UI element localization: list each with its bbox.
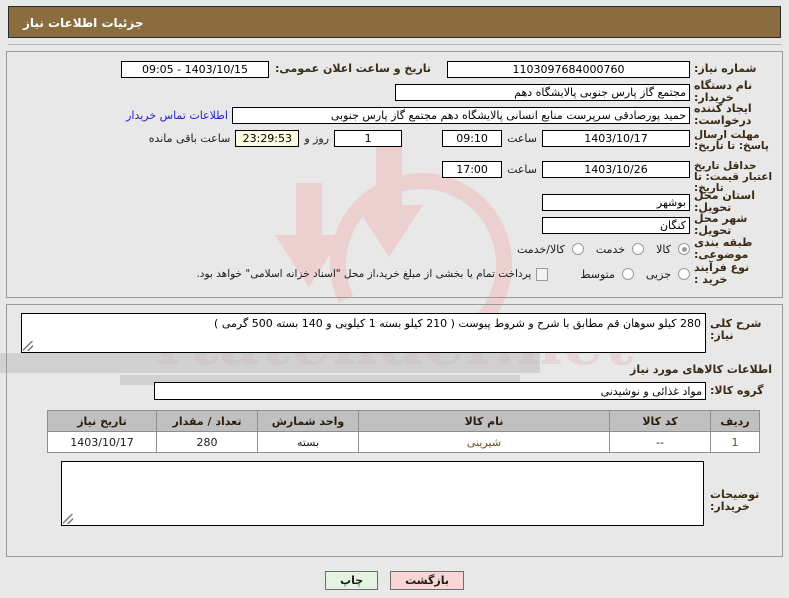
th-unit: واحد شمارش (257, 410, 359, 432)
buyer-contact-link[interactable]: اطلاعات تماس خریدار (126, 109, 228, 122)
validity-date-value: 1403/10/26 (542, 161, 690, 178)
buyer-org-label: نام دستگاه خریدار: (694, 79, 753, 104)
action-button-bar: بازگشت چاپ (0, 571, 789, 590)
province-value: بوشهر (542, 193, 690, 211)
treasury-bonds-checkbox[interactable] (536, 267, 549, 281)
row-goods-group: گروه کالا: مواد غذائی و نوشیدنی (15, 382, 774, 400)
city-label: شهر محل تحویل: (694, 212, 748, 237)
cell-item-name: شیرینی (358, 431, 610, 453)
process-radio-jozii[interactable] (678, 268, 690, 280)
deadline-date-value: 1403/10/17 (542, 130, 690, 147)
row-need-number: شماره نیاز: 1103097684000760 تاریخ و ساع… (15, 58, 774, 80)
requester-value: حمید پورصادقی سرپرست منابع انسانی پالایش… (232, 106, 690, 124)
table-row: 1 -- شیرینی بسته 280 1403/10/17 (47, 431, 760, 453)
need-number-label: شماره نیاز: (694, 62, 757, 75)
remaining-countdown-value: 23:29:53 (235, 130, 300, 147)
page-root: rtatender.net جزئیات اطلاعات نیاز شماره … (0, 0, 789, 598)
row-buyer-org: نام دستگاه خریدار: مجتمع گاز پارس جنوبی … (15, 79, 774, 104)
category-label: طبقه بندی موضوعی: (694, 236, 753, 261)
th-item-code: کد کالا (609, 410, 711, 432)
process-radio-group: جزیی متوسط (572, 268, 690, 281)
th-item-name: نام کالا (358, 410, 610, 432)
cell-item-code: -- (609, 431, 711, 453)
process-label-jozii: جزیی (645, 267, 671, 281)
th-quantity: تعداد / مقدار (156, 410, 258, 432)
process-radio-motevasset[interactable] (621, 268, 634, 280)
title-divider (8, 44, 781, 45)
announce-value: 1403/10/15 - 09:05 (121, 60, 269, 78)
row-requester: ایجاد کننده درخواست: حمید پورصادقی سرپرس… (15, 102, 774, 127)
city-value: کنگان (542, 216, 690, 234)
description-label: شرح کلی نیاز: (710, 317, 762, 342)
cell-need-date: 1403/10/17 (47, 431, 157, 453)
validity-hour-label: ساعت (507, 163, 537, 176)
process-label: نوع فرآیند خرید : (694, 261, 750, 286)
treasury-bonds-label: پرداخت تمام یا بخشی از مبلغ خرید،از محل … (196, 268, 532, 280)
buyer-notes-label: توضیحات خریدار: (710, 488, 760, 513)
deadline-hour-label: ساعت (507, 132, 537, 145)
deadline-label: مهلت ارسال پاسخ: تا تاریخ: (694, 129, 769, 152)
goods-group-value: مواد غذائی و نوشیدنی (154, 382, 706, 400)
buyer-org-value: مجتمع گاز پارس جنوبی پالایشگاه دهم (395, 83, 690, 101)
remaining-days-value: 1 (334, 130, 403, 147)
cell-unit: بسته (257, 431, 359, 453)
validity-hour-value: 17:00 (442, 161, 503, 178)
goods-section-title: اطلاعات کالاهای مورد نیاز (630, 363, 772, 376)
goods-panel: شرح کلی نیاز: 280 کیلو سوهان قم مطابق با… (6, 304, 783, 557)
cell-quantity: 280 (156, 431, 258, 453)
row-price-validity: حداقل تاریخ اعتبار قیمت: تا تاریخ: 1403/… (15, 160, 774, 194)
need-number-value: 1103097684000760 (447, 60, 690, 78)
row-purchase-process: نوع فرآیند خرید : جزیی متوسط پرداخت تمام… (15, 262, 774, 286)
th-row-number: ردیف (710, 410, 760, 432)
row-subject-category: طبقه بندی موضوعی: کالا خدمت کالا/خدمت (15, 237, 774, 261)
th-need-date: تاریخ نیاز (47, 410, 157, 432)
category-radio-kala-khedmat[interactable] (571, 243, 584, 255)
remaining-suffix-label: ساعت باقی مانده (148, 132, 231, 145)
items-table-wrap: ردیف کد کالا نام کالا واحد شمارش تعداد /… (15, 410, 774, 453)
row-description: شرح کلی نیاز: 280 کیلو سوهان قم مطابق با… (15, 313, 774, 353)
province-label: استان محل تحویل: (694, 189, 755, 214)
process-label-motevasset: متوسط (580, 267, 615, 281)
buyer-notes-textarea[interactable] (61, 461, 704, 526)
row-deadline: مهلت ارسال پاسخ: تا تاریخ: 1403/10/17 سا… (15, 129, 774, 159)
goods-group-label: گروه کالا: (710, 384, 764, 397)
cell-row-number: 1 (710, 431, 760, 453)
category-label-khedmat: خدمت (595, 242, 626, 256)
category-radio-kala[interactable] (678, 243, 690, 255)
announce-label: تاریخ و ساعت اعلان عمومی: (275, 62, 432, 75)
category-label-kala-khedmat: کالا/خدمت (517, 242, 565, 256)
page-title-bar: جزئیات اطلاعات نیاز (8, 6, 781, 38)
category-label-kala: کالا (656, 242, 671, 256)
row-province: استان محل تحویل: بوشهر (15, 189, 774, 214)
back-button[interactable]: بازگشت (390, 571, 464, 590)
row-city: شهر محل تحویل: کنگان (15, 212, 774, 237)
print-button[interactable]: چاپ (325, 571, 379, 590)
row-buyer-notes: توضیحات خریدار: (15, 461, 774, 526)
remaining-days-label: روز و (304, 132, 330, 145)
items-table: ردیف کد کالا نام کالا واحد شمارش تعداد /… (47, 410, 760, 453)
page-title: جزئیات اطلاعات نیاز (23, 16, 144, 30)
deadline-hour-value: 09:10 (442, 130, 503, 147)
category-radio-khedmat[interactable] (632, 243, 645, 255)
requester-label: ایجاد کننده درخواست: (694, 102, 752, 127)
table-header-row: ردیف کد کالا نام کالا واحد شمارش تعداد /… (47, 410, 760, 432)
need-info-panel: شماره نیاز: 1103097684000760 تاریخ و ساع… (6, 51, 783, 298)
category-radio-group: کالا خدمت کالا/خدمت (509, 243, 690, 256)
description-textarea[interactable]: 280 کیلو سوهان قم مطابق با شرح و شروط پی… (21, 313, 706, 353)
